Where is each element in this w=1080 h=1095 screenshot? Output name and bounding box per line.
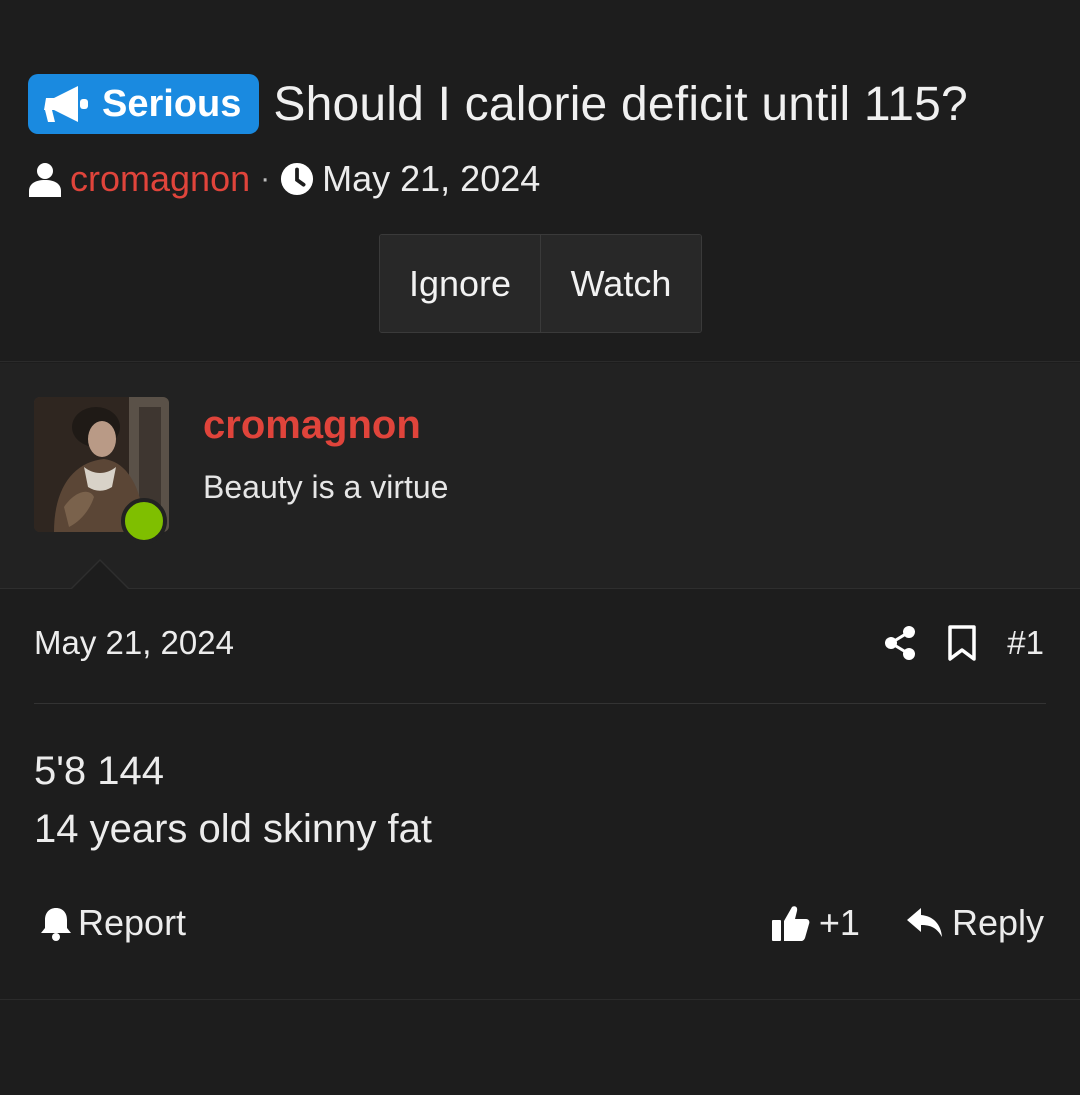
prefix-label: Serious <box>102 82 242 125</box>
title-row: Serious Should I calorie deficit until 1… <box>28 68 968 140</box>
page-title: Should I calorie deficit until 115? <box>273 77 968 131</box>
message-user: cromagnon Beauty is a virtue <box>0 363 1080 589</box>
post-date[interactable]: May 21, 2024 <box>34 624 234 662</box>
reply-icon <box>906 908 942 937</box>
watch-button[interactable]: Watch <box>540 235 701 332</box>
report-label: Report <box>78 902 187 943</box>
prefix-badge[interactable]: Serious <box>28 74 260 134</box>
bell-icon <box>41 908 71 941</box>
username[interactable]: cromagnon <box>203 403 421 448</box>
thumbs-up-icon <box>771 906 810 941</box>
thread-date[interactable]: May 21, 2024 <box>322 158 540 200</box>
meta-separator: · <box>260 162 271 195</box>
reply-button[interactable]: Reply <box>906 902 1044 944</box>
online-status-dot <box>121 498 167 544</box>
share-icon[interactable] <box>883 625 917 661</box>
report-button[interactable]: Report <box>40 902 186 944</box>
megaphone-icon <box>44 86 88 122</box>
thread-author-link[interactable]: cromagnon <box>70 158 250 200</box>
post-actions: #1 <box>883 620 1044 666</box>
reply-label: Reply <box>951 902 1044 943</box>
thread-meta: cromagnon · May 21, 2024 <box>28 154 540 204</box>
post-divider <box>34 703 1046 704</box>
ignore-button[interactable]: Ignore <box>380 235 540 332</box>
thread-header: Serious Should I calorie deficit until 1… <box>0 0 1080 362</box>
post-body: 5'8 144 14 years old skinny fat <box>34 742 432 858</box>
clock-icon <box>281 162 314 196</box>
bookmark-icon[interactable] <box>945 625 979 661</box>
post-footer-right: +1 Reply <box>771 902 1044 944</box>
post-line: 14 years old skinny fat <box>34 807 432 851</box>
message-arrow-fill <box>72 561 128 589</box>
reaction-count: +1 <box>818 902 860 943</box>
like-reaction-button[interactable]: +1 <box>771 902 860 944</box>
thread-actions: Ignore Watch <box>379 234 702 333</box>
message-post: May 21, 2024 #1 5'8 144 14 years old ski… <box>0 590 1080 1000</box>
user-icon <box>29 163 61 197</box>
user-title: Beauty is a virtue <box>203 469 449 505</box>
post-number-link[interactable]: #1 <box>1007 624 1044 662</box>
post-footer: Report +1 Reply <box>0 902 1080 952</box>
post-line: 5'8 144 <box>34 749 164 793</box>
